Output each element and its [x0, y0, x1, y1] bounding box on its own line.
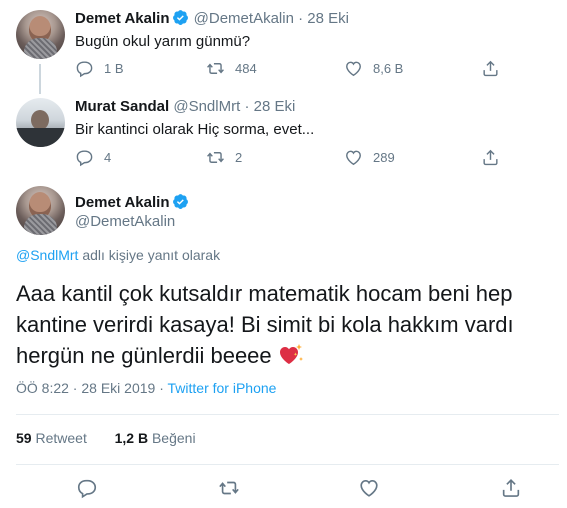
thread-line-1	[39, 64, 41, 94]
share-icon	[483, 60, 498, 77]
retweets-stat[interactable]: 59 Retweet	[16, 430, 87, 446]
tweet2-author-handle[interactable]: @SndlMrt	[173, 98, 240, 115]
tweet2-share-button[interactable]	[481, 148, 510, 167]
tweet2-reply-count: 4	[104, 150, 112, 165]
tweet2-like-button[interactable]: 289	[344, 148, 395, 167]
retweet-icon	[207, 63, 224, 74]
tweet2-date[interactable]: 28 Eki	[254, 98, 296, 115]
share-icon	[483, 149, 498, 166]
likes-count: 1,2 B	[114, 430, 149, 446]
share-icon	[502, 479, 520, 497]
main-retweet-button[interactable]	[218, 477, 240, 499]
main-author-handle[interactable]: @DemetAkalin	[75, 212, 175, 232]
tweet1-retweet-count: 484	[235, 61, 257, 76]
tweet1-author-name[interactable]: Demet Akalin	[75, 10, 169, 27]
like-icon	[346, 61, 361, 77]
reply-context: @SndlMrt adlı kişiye yanıt olarak	[16, 247, 220, 263]
reply-icon	[76, 150, 93, 167]
reply-mention-link[interactable]: @SndlMrt	[16, 247, 78, 263]
divider-bottom	[16, 464, 559, 465]
retweet-icon	[219, 481, 239, 495]
reply-context-label: adlı kişiye yanıt olarak	[78, 247, 221, 263]
verified-badge-icon	[172, 9, 189, 26]
reply-icon	[77, 479, 97, 499]
tweet2-text: Bir kantinci olarak Hiç sorma, evet...	[75, 121, 315, 138]
tweet1-reply-button[interactable]: 1 B	[75, 59, 124, 78]
tweet2-like-count: 289	[373, 150, 395, 165]
tweet1-like-button[interactable]: 8,6 B	[344, 59, 403, 78]
tweet2-retweet-count: 2	[235, 150, 243, 165]
tweet-source-link[interactable]: Twitter for iPhone	[168, 380, 277, 396]
tweet1-share-button[interactable]	[481, 59, 510, 78]
verified-badge-icon	[172, 193, 189, 210]
main-like-button[interactable]	[358, 477, 380, 499]
like-icon	[346, 150, 361, 166]
likes-label: Beğeni	[151, 430, 196, 446]
tweet2-reply-button[interactable]: 4	[75, 148, 111, 167]
tweet1-date[interactable]: 28 Eki	[307, 10, 349, 27]
avatar-murat-sandal[interactable]	[16, 98, 65, 147]
main-reply-button[interactable]	[76, 477, 98, 499]
main-author-name[interactable]: Demet Akalin	[75, 194, 169, 211]
main-tweet-text: Aaa kantil çok kutsaldır matematik hocam…	[16, 278, 561, 371]
tweet1-retweet-button[interactable]: 484	[206, 59, 257, 78]
retweet-icon	[207, 152, 224, 163]
avatar-demet-akalin-main[interactable]	[16, 186, 65, 235]
tweet2-author-name[interactable]: Murat Sandal	[75, 98, 169, 115]
avatar-demet-akalin-1[interactable]	[16, 10, 65, 59]
tweet-timestamp-row: ÖÖ 8:22 · 28 Eki 2019 · Twitter for iPho…	[16, 380, 276, 396]
like-icon	[360, 480, 378, 497]
tweet2-retweet-button[interactable]: 2	[206, 148, 242, 167]
likes-stat[interactable]: 1,2 B Beğeni	[115, 430, 196, 446]
tweet-timestamp[interactable]: ÖÖ 8:22 · 28 Eki 2019 ·	[16, 380, 168, 396]
divider-top	[16, 414, 559, 415]
tweet1-author-handle[interactable]: @DemetAkalin	[194, 10, 294, 27]
tweet1-header: Demet Akalin @DemetAkalin · 28 Eki	[75, 9, 349, 27]
sparkling-heart-icon	[278, 343, 304, 367]
engagement-stats: 59 Retweet 1,2 B Beğeni	[16, 430, 196, 446]
retweets-label: Retweet	[35, 430, 87, 446]
tweet1-reply-count: 1 B	[104, 61, 124, 76]
main-tweet-text-body: Aaa kantil çok kutsaldır matematik hocam…	[16, 281, 514, 368]
main-share-button[interactable]	[500, 477, 522, 499]
retweets-count: 59	[16, 430, 32, 446]
reply-icon	[76, 61, 93, 78]
main-author-name-row: Demet Akalin	[75, 193, 189, 213]
tweet1-like-count: 8,6 B	[373, 61, 404, 76]
tweet2-header: Murat Sandal @SndlMrt · 28 Eki	[75, 98, 296, 115]
tweet1-text: Bugün okul yarım günmü?	[75, 33, 251, 50]
